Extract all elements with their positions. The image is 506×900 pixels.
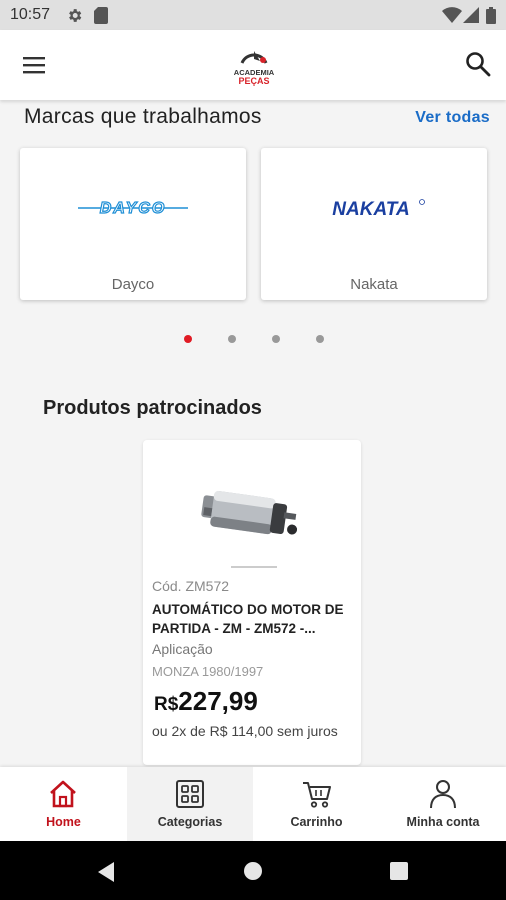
brand-name-nakata: Nakata [350,276,398,293]
signal-icon [463,7,479,23]
carousel-indicator [0,335,506,345]
nav-account-label: Minha conta [406,815,480,829]
battery-icon [486,7,496,24]
main-content[interactable]: Marcas que trabalhamos Ver todas DAYCO D… [0,100,506,767]
cart-icon [303,782,331,808]
hamburger-menu-icon[interactable] [22,54,48,76]
nav-cart[interactable]: Carrinho [253,767,380,841]
grid-icon [176,780,204,808]
carousel-dot-1-active[interactable] [184,335,192,343]
product-image-starter-solenoid [201,490,298,568]
nav-categories-label: Categorias [157,815,223,829]
nakata-logo: NAKATA [261,188,487,228]
status-bar: 10:57 [0,0,506,30]
home-circle-icon[interactable] [243,861,263,881]
back-icon[interactable] [96,861,116,883]
product-application-value: MONZA 1980/1997 [152,664,264,679]
dayco-logo-mark: DAYCO [78,199,188,218]
home-icon [50,780,76,808]
carousel-dot-2[interactable] [228,335,236,343]
logo-line2: PEÇAS [238,76,269,86]
product-card[interactable]: Cód. ZM572 AUTOMÁTICO DO MOTOR DE PARTID… [143,440,361,765]
search-icon[interactable] [464,50,492,78]
user-icon [430,780,456,809]
see-all-brands-link[interactable]: Ver todas [415,109,490,127]
price-amount: 227,99 [178,686,258,716]
brands-title: Marcas que trabalhamos [24,105,262,128]
product-code: Cód. ZM572 [152,578,230,594]
carousel-dot-3[interactable] [272,335,280,343]
price-currency: R$ [154,694,179,715]
product-price: R$227,99 [154,686,258,717]
wifi-icon [442,7,462,23]
sponsored-products-title: Produtos patrocinados [43,397,262,419]
app-bar: ACADEMIA PEÇAS [0,30,506,100]
brand-card-dayco[interactable]: DAYCO Dayco [20,148,246,300]
nav-home[interactable]: Home [0,767,127,841]
dayco-logo-text: DAYCO [100,200,167,217]
product-application-label: Aplicação [152,641,213,657]
nav-cart-label: Carrinho [290,815,343,829]
brand-card-nakata[interactable]: NAKATA Nakata [261,148,487,300]
sd-card-icon [94,7,108,24]
product-name[interactable]: AUTOMÁTICO DO MOTOR DE PARTIDA - ZM - ZM… [152,600,357,638]
dayco-logo: DAYCO [20,188,246,228]
gear-icon [69,9,82,22]
app-logo[interactable]: ACADEMIA PEÇAS [234,43,275,87]
brand-name-dayco: Dayco [111,276,155,293]
logo-emblem: ACADEMIA PEÇAS [234,51,275,86]
nakata-logo-text: NAKATA [332,199,409,220]
recents-icon[interactable] [390,862,408,880]
system-navigation-bar [0,841,506,900]
nakata-logo-mark: NAKATA [332,199,425,220]
product-installments: ou 2x de R$ 114,00 sem juros [152,723,338,739]
nav-account[interactable]: Minha conta [380,767,506,841]
status-time: 10:57 [10,6,51,23]
brands-header: Marcas que trabalhamos Ver todas [24,105,490,129]
carousel-dot-4[interactable] [316,335,324,343]
nav-home-label: Home [46,815,81,829]
bottom-navigation: Home Categorias Carrinho Minha conta [0,767,506,841]
nav-categories[interactable]: Categorias [127,767,253,841]
